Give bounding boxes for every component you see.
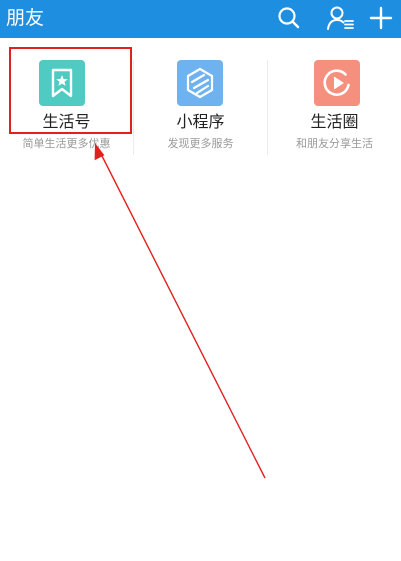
tile-label: 生活号	[42, 112, 91, 131]
bookmark-star-icon	[39, 60, 85, 106]
tile-label: 生活圈	[310, 112, 359, 131]
search-button[interactable]	[274, 3, 304, 33]
tile-subtitle: 发现更多服务	[167, 137, 234, 150]
tile-label: 小程序	[176, 112, 225, 131]
add-icon	[369, 6, 393, 30]
tile-life-circle[interactable]: 生活圈 和朋友分享生活	[268, 38, 401, 163]
tile-subtitle: 和朋友分享生活	[296, 137, 373, 150]
page-title: 朋友	[6, 7, 45, 29]
add-button[interactable]	[366, 3, 396, 33]
top-bar: 朋友	[0, 0, 401, 38]
mini-program-icon	[177, 60, 223, 106]
contacts-button[interactable]	[326, 3, 356, 33]
entry-tiles: 生活号 简单生活更多优惠 小程序 发现更多服务 生活圈 和朋友分享生活	[0, 38, 401, 163]
contacts-icon	[327, 6, 354, 30]
play-circle-icon	[314, 60, 360, 106]
tile-mini-program[interactable]: 小程序 发现更多服务	[134, 38, 267, 163]
search-icon	[278, 7, 300, 29]
tile-life-account[interactable]: 生活号 简单生活更多优惠	[0, 38, 133, 163]
tile-subtitle: 简单生活更多优惠	[22, 137, 111, 150]
